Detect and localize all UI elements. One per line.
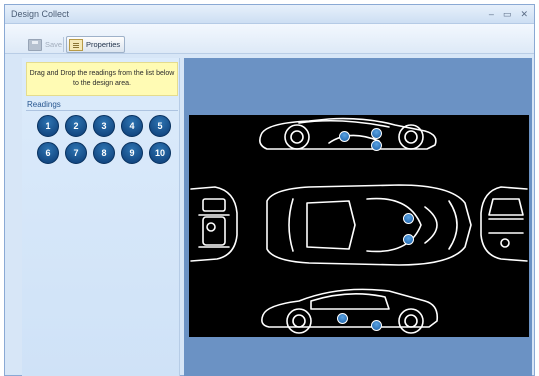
close-button[interactable]: ✕ xyxy=(520,8,528,20)
placed-reading-marker[interactable] xyxy=(371,140,382,151)
save-label: Save xyxy=(45,40,63,49)
minimize-button[interactable]: – xyxy=(489,8,494,20)
save-button[interactable]: Save xyxy=(25,36,67,53)
car-blueprint-canvas[interactable] xyxy=(189,115,529,337)
toolbar: Save Properties xyxy=(5,24,534,54)
properties-label: Properties xyxy=(86,40,121,49)
properties-button[interactable]: Properties xyxy=(66,36,126,53)
reading-item-7[interactable]: 7 xyxy=(65,142,87,164)
reading-item-2[interactable]: 2 xyxy=(65,115,87,137)
reading-item-3[interactable]: 3 xyxy=(93,115,115,137)
reading-item-6[interactable]: 6 xyxy=(37,142,59,164)
design-collect-window: Design Collect – ▭ ✕ Save Properties Dra… xyxy=(4,4,535,376)
car-front-view-left xyxy=(190,186,238,262)
reading-item-8[interactable]: 8 xyxy=(93,142,115,164)
placed-reading-marker[interactable] xyxy=(371,320,382,331)
readings-divider xyxy=(26,110,178,111)
readings-panel: Drag and Drop the readings from the list… xyxy=(22,58,180,376)
toolbar-separator xyxy=(63,37,64,52)
reading-item-9[interactable]: 9 xyxy=(121,142,143,164)
car-top-view xyxy=(266,184,472,266)
reading-item-4[interactable]: 4 xyxy=(121,115,143,137)
window-controls: – ▭ ✕ xyxy=(489,8,528,20)
window-title: Design Collect xyxy=(11,9,70,19)
design-area[interactable] xyxy=(184,58,532,376)
placed-reading-marker[interactable] xyxy=(371,128,382,139)
save-icon xyxy=(28,38,42,51)
placed-reading-marker[interactable] xyxy=(403,213,414,224)
drag-drop-hint: Drag and Drop the readings from the list… xyxy=(26,62,178,96)
properties-icon xyxy=(69,38,83,51)
placed-reading-marker[interactable] xyxy=(339,131,350,142)
placed-reading-marker[interactable] xyxy=(337,313,348,324)
car-blueprint-diagram xyxy=(190,117,528,334)
reading-item-10[interactable]: 10 xyxy=(149,142,171,164)
title-bar: Design Collect – ▭ ✕ xyxy=(5,5,534,24)
placed-reading-marker[interactable] xyxy=(403,234,414,245)
maximize-button[interactable]: ▭ xyxy=(503,8,512,20)
car-rear-view-right xyxy=(480,186,528,262)
reading-item-5[interactable]: 5 xyxy=(149,115,171,137)
readings-heading: Readings xyxy=(27,100,61,109)
car-side-view-bottom xyxy=(261,288,439,334)
reading-item-1[interactable]: 1 xyxy=(37,115,59,137)
